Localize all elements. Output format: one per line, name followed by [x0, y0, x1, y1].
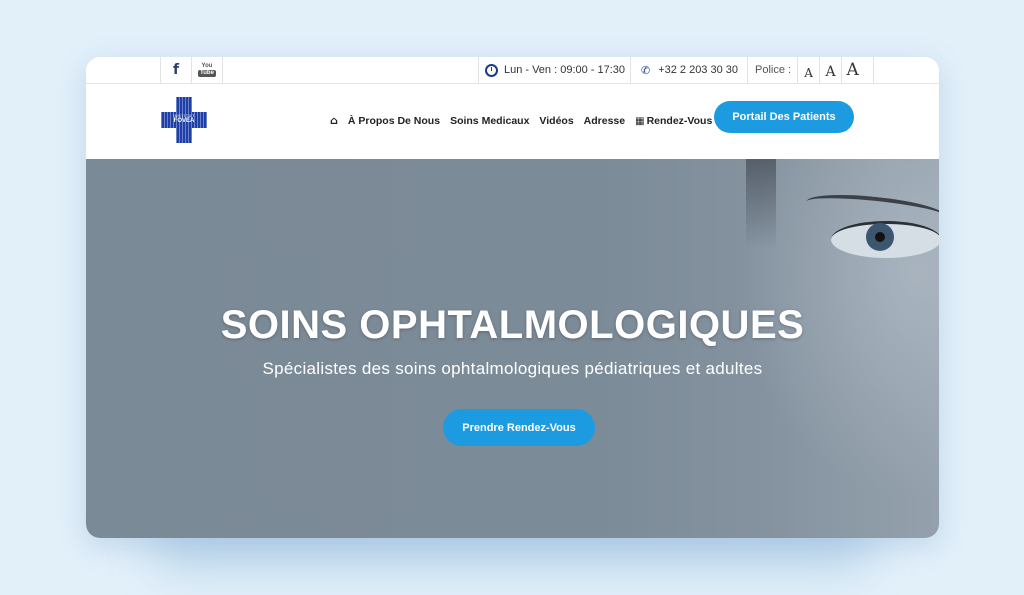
police-label: Police :	[755, 64, 792, 76]
home-icon[interactable]: ⌂	[330, 114, 338, 127]
nav-item-adresse[interactable]: Adresse	[584, 115, 625, 127]
font-size-large-button[interactable]: A	[841, 57, 863, 83]
institut-fovea-logo[interactable]: INSTITUT FOVEA	[161, 97, 207, 143]
phone-link[interactable]: ✆ +32 2 203 30 30	[630, 57, 748, 83]
nav-item-rendez-vous-label: Rendez-Vous	[646, 114, 713, 127]
calendar-icon: ▦	[635, 115, 645, 127]
main-menu: ⌂ À Propos De Nous Soins Medicaux Vidéos…	[330, 114, 712, 127]
youtube-tube-text: Tube	[198, 70, 216, 77]
youtube-you-text: You	[201, 63, 213, 69]
clock-icon	[484, 63, 498, 77]
opening-hours: Lun - Ven : 09:00 - 17:30	[478, 57, 631, 83]
top-bar: f You Tube Lun - Ven : 09:00 - 17:30 ✆ +…	[86, 57, 939, 84]
hero-title: SOINS OPHTALMOLOGIQUES	[220, 303, 805, 347]
youtube-icon[interactable]: You Tube	[191, 57, 223, 83]
opening-hours-text: Lun - Ven : 09:00 - 17:30	[503, 64, 626, 76]
font-size-controls: Police : A A A	[747, 57, 874, 83]
nav-item-rendez-vous[interactable]: ▦ Rendez-Vous	[635, 115, 712, 127]
logo-line2: FOVEA	[173, 118, 195, 124]
nav-item-a-propos[interactable]: À Propos De Nous	[348, 115, 440, 127]
hero-hair	[746, 159, 776, 249]
font-size-small-button[interactable]: A	[797, 57, 819, 83]
phone-icon: ✆	[640, 63, 651, 77]
hero-pupil	[875, 232, 885, 242]
hero-subtitle: Spécialistes des soins ophtalmologiques …	[262, 359, 763, 378]
phone-number: +32 2 203 30 30	[658, 64, 739, 76]
hero-section: SOINS OPHTALMOLOGIQUES Spécialistes des …	[86, 159, 939, 538]
nav-item-soins-medicaux[interactable]: Soins Medicaux	[450, 115, 529, 127]
main-navbar: INSTITUT FOVEA ⌂ À Propos De Nous Soins …	[86, 84, 939, 159]
browser-frame: f You Tube Lun - Ven : 09:00 - 17:30 ✆ +…	[86, 57, 939, 538]
patient-portal-button[interactable]: Portail Des Patients	[714, 101, 854, 133]
book-appointment-button[interactable]: Prendre Rendez-Vous	[443, 409, 595, 446]
facebook-icon[interactable]: f	[160, 57, 191, 83]
font-size-medium-button[interactable]: A	[819, 57, 841, 83]
nav-item-videos[interactable]: Vidéos	[539, 115, 573, 127]
